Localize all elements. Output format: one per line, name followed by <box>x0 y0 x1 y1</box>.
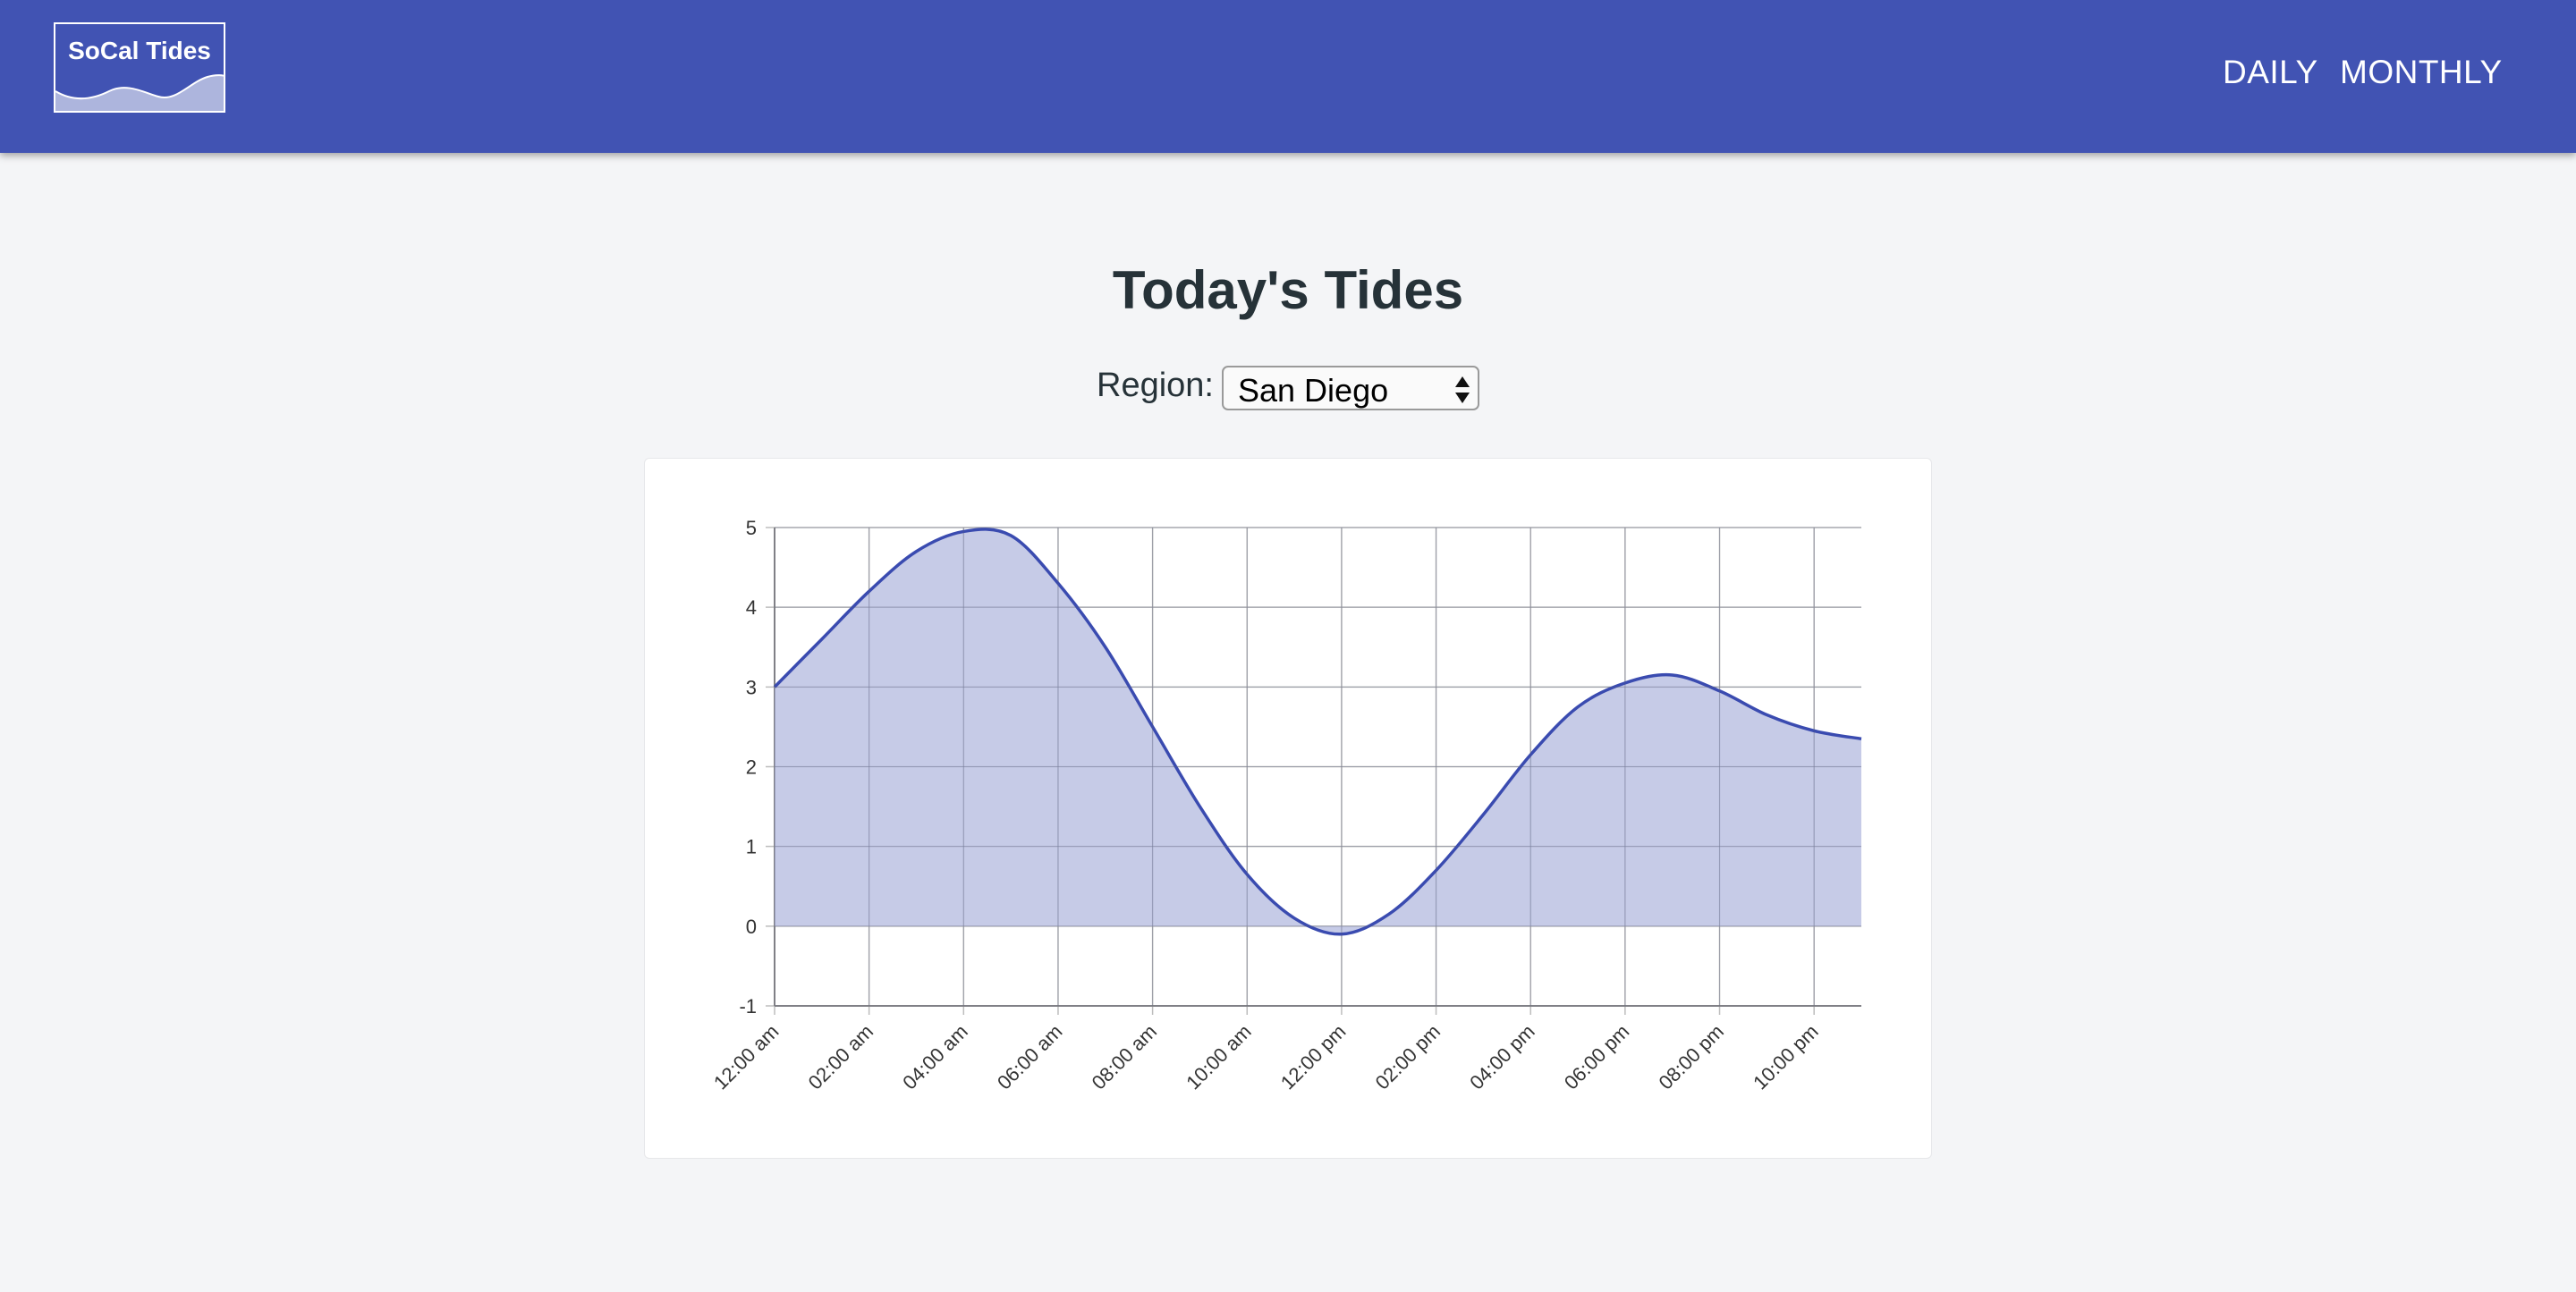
top-app-bar: SoCal Tides DAILY MONTHLY <box>0 0 2576 153</box>
y-tick-label: 5 <box>746 517 757 539</box>
x-tick-label: 10:00 am <box>1182 1020 1256 1094</box>
select-arrows-icon <box>1455 376 1470 403</box>
x-tick-label: 02:00 am <box>804 1020 878 1094</box>
x-tick-label: 10:00 pm <box>1749 1020 1823 1094</box>
chart-card: 5 4 3 2 1 0 -1 12:00 am 02:00 am 04:00 am 06:00 am… <box>644 458 1932 1159</box>
wave-icon <box>55 74 224 111</box>
x-tick-label: 04:00 am <box>898 1020 972 1094</box>
tide-area <box>775 528 1861 934</box>
y-tick-label: 3 <box>746 676 757 698</box>
logo-text: SoCal Tides <box>68 37 211 64</box>
tide-chart: 5 4 3 2 1 0 -112:00 am 02:00 am 04:00 am 06:00 am… <box>709 517 1862 1094</box>
y-tick-label: -1 <box>739 995 757 1018</box>
region-select[interactable]: San Diego <box>1222 366 1479 410</box>
x-tick-label: 12:00 pm <box>1276 1020 1351 1094</box>
x-tick-label: 02:00 pm <box>1371 1020 1445 1094</box>
y-tick-label: 1 <box>746 836 757 858</box>
x-tick-label: 12:00 am <box>709 1020 784 1094</box>
region-label: Region: <box>1097 367 1214 404</box>
page-title: Today's Tides <box>1112 260 1464 320</box>
logo[interactable]: SoCal Tides <box>54 22 225 113</box>
nav-daily[interactable]: DAILY <box>2223 54 2318 98</box>
region-select-value: San Diego <box>1238 372 1389 409</box>
y-tick-label: 0 <box>746 916 757 938</box>
y-tick-label: 4 <box>746 596 757 619</box>
y-tick-label: 2 <box>746 756 757 779</box>
x-tick-label: 08:00 pm <box>1655 1020 1729 1094</box>
x-tick-label: 04:00 pm <box>1465 1020 1539 1094</box>
nav-monthly[interactable]: MONTHLY <box>2340 54 2503 98</box>
x-tick-label: 06:00 am <box>993 1020 1067 1094</box>
x-tick-label: 06:00 pm <box>1560 1020 1634 1094</box>
x-tick-label: 08:00 am <box>1088 1020 1162 1094</box>
